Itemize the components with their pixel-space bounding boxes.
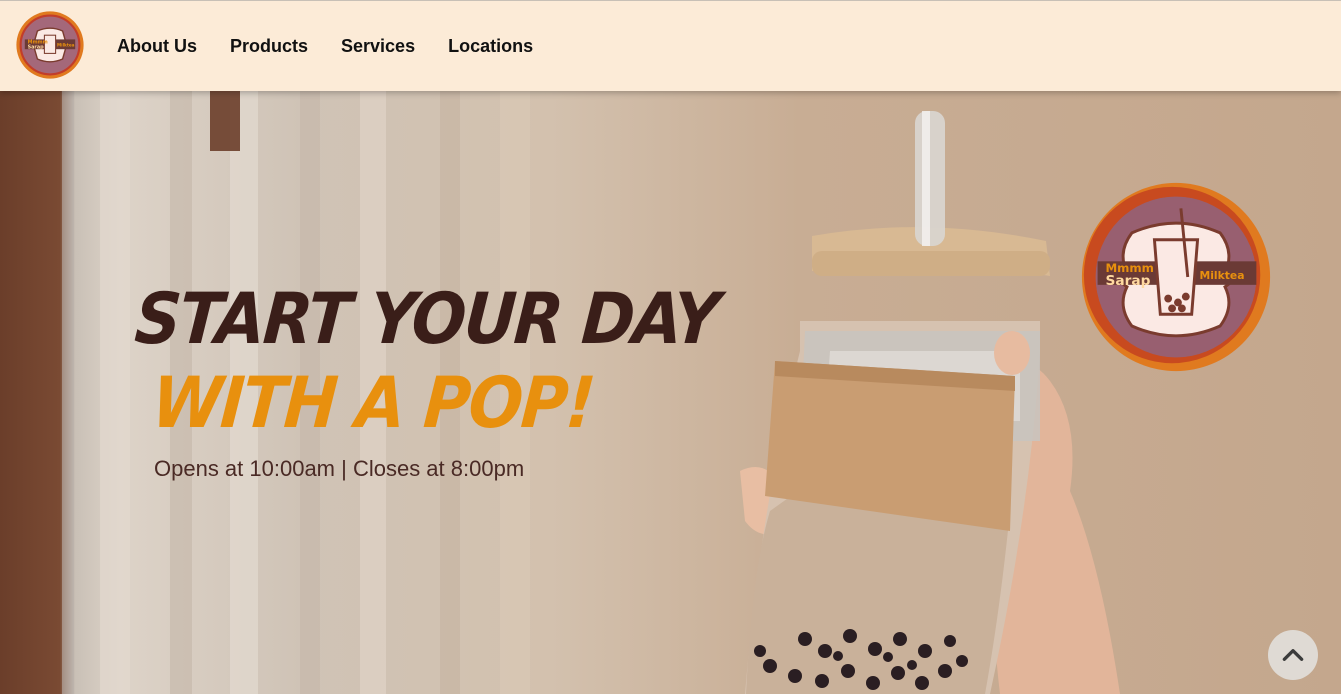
top-navbar: Mmmm Sarap Milktea About Us Products Ser… xyxy=(0,0,1341,91)
hero-title-line1: START YOUR DAY xyxy=(132,279,721,361)
hero-brand-logo: Mmmm Sarap Milktea xyxy=(1081,182,1271,372)
nav-products[interactable]: Products xyxy=(230,36,308,57)
scroll-to-top-button[interactable] xyxy=(1268,630,1318,680)
nav-about-us[interactable]: About Us xyxy=(117,36,197,57)
logo-text-milktea: Milktea xyxy=(57,42,75,47)
hero-hours-text: Opens at 10:00am | Closes at 8:00pm xyxy=(154,456,525,481)
hero-banner: START YOUR DAY WITH A POP! Opens at 10:0… xyxy=(0,91,1341,694)
hero-logo-text-sarap: Sarap xyxy=(1105,273,1150,289)
brand-logo[interactable]: Mmmm Sarap Milktea xyxy=(15,10,85,80)
hero-logo-text-milktea: Milktea xyxy=(1200,269,1245,282)
nav-locations[interactable]: Locations xyxy=(448,36,533,57)
nav-services[interactable]: Services xyxy=(341,36,415,57)
main-nav: About Us Products Services Locations xyxy=(117,1,533,91)
chevron-up-icon xyxy=(1282,649,1304,661)
logo-text-sarap: Sarap xyxy=(28,45,45,51)
hero-title-line2: WITH A POP! xyxy=(149,363,597,445)
